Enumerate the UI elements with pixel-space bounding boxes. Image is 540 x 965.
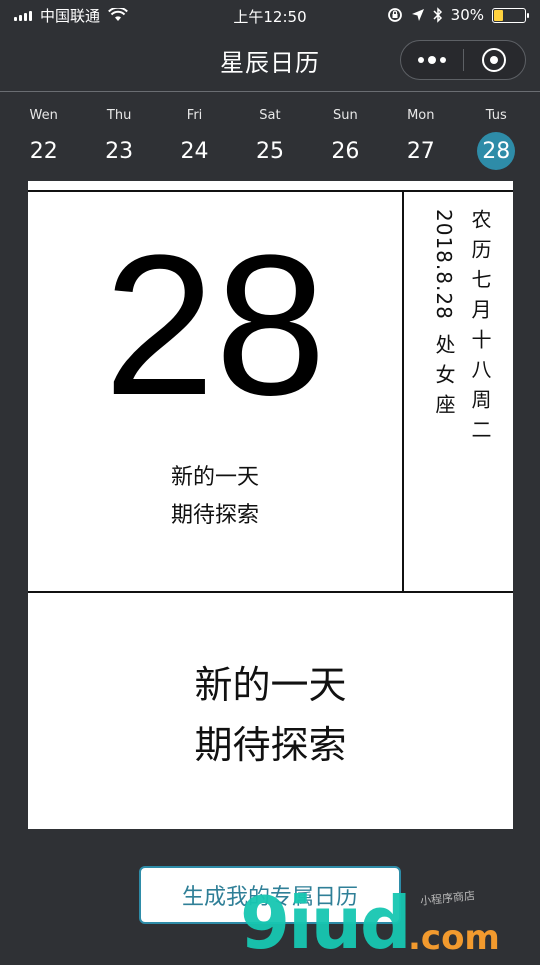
day-thu[interactable]: Thu 23 (84, 100, 154, 172)
day-number: 28 (477, 132, 516, 170)
day-sat[interactable]: Sat 25 (235, 100, 305, 172)
lunar-date: 农历七月十八周二 (468, 209, 492, 449)
battery-percent: 30% (450, 6, 484, 24)
big-quote-line2: 期待探索 (194, 723, 347, 767)
big-day-number: 28 (103, 214, 327, 437)
card-vertical-rule (402, 192, 404, 592)
status-bar: 中国联通 上午12:50 30% (0, 0, 540, 30)
date-and-sign: 2018.8.28 处女座 (430, 209, 459, 424)
day-name: Wen (29, 108, 58, 123)
day-tus[interactable]: Tus 28 (461, 100, 531, 172)
day-mon[interactable]: Mon 27 (386, 100, 456, 172)
watermark-subtitle: 小程序商店 (419, 889, 476, 908)
day-number: 26 (331, 138, 360, 164)
watermark-dotcom: .com (408, 918, 500, 958)
more-button[interactable] (401, 41, 463, 79)
miniprogram-capsule (400, 40, 526, 80)
day-name: Fri (186, 108, 203, 123)
page-title: 星辰日历 (220, 49, 320, 77)
day-name: Sat (259, 108, 281, 123)
status-right: 30% (387, 6, 529, 24)
day-sun[interactable]: Sun 26 (310, 100, 380, 172)
small-quote-line1: 新的一天 (170, 465, 259, 490)
status-time: 上午12:50 (233, 8, 307, 26)
day-name: Thu (106, 108, 132, 123)
card-top-rule (28, 190, 513, 192)
week-strip: Wen 22 Thu 23 Fri 24 Sat 25 Sun 26 Mon 27 Tus 28 (0, 100, 540, 172)
day-name: Tus (485, 108, 507, 123)
gregorian-date: 2018.8.28 (432, 209, 456, 320)
day-number: 22 (29, 138, 58, 164)
close-target-icon (482, 48, 507, 72)
battery-icon (492, 7, 529, 23)
close-button[interactable] (463, 41, 525, 79)
day-number: 27 (406, 138, 435, 164)
status-left: 中国联通 (14, 5, 128, 26)
carrier-label: 中国联通 (40, 6, 101, 25)
big-quote: 新的一天 期待探索 (28, 655, 513, 775)
day-number: 25 (255, 138, 284, 164)
day-name: Mon (407, 108, 435, 123)
zodiac-sign: 处女座 (432, 333, 456, 424)
day-number: 23 (105, 138, 134, 164)
signal-icon (14, 9, 32, 21)
nav-bar: 星辰日历 (0, 30, 540, 92)
small-quote-line2: 期待探索 (170, 503, 259, 528)
day-number: 24 (180, 138, 209, 164)
day-wen[interactable]: Wen 22 (9, 100, 79, 172)
orientation-lock-icon (387, 8, 402, 22)
wifi-icon (108, 8, 128, 21)
small-quote: 新的一天 期待探索 (28, 459, 402, 535)
card-horizontal-rule (28, 591, 513, 593)
more-dots-icon (417, 56, 446, 64)
day-fri[interactable]: Fri 24 (160, 100, 230, 172)
location-icon (411, 9, 424, 21)
watermark-logo: 9iud (240, 881, 412, 965)
bluetooth-icon (433, 7, 442, 23)
calendar-card: 28 新的一天 期待探索 农历七月十八周二 2018.8.28 处女座 新的一天 … (28, 181, 513, 829)
big-quote-line1: 新的一天 (194, 663, 347, 707)
day-name: Sun (333, 108, 358, 123)
